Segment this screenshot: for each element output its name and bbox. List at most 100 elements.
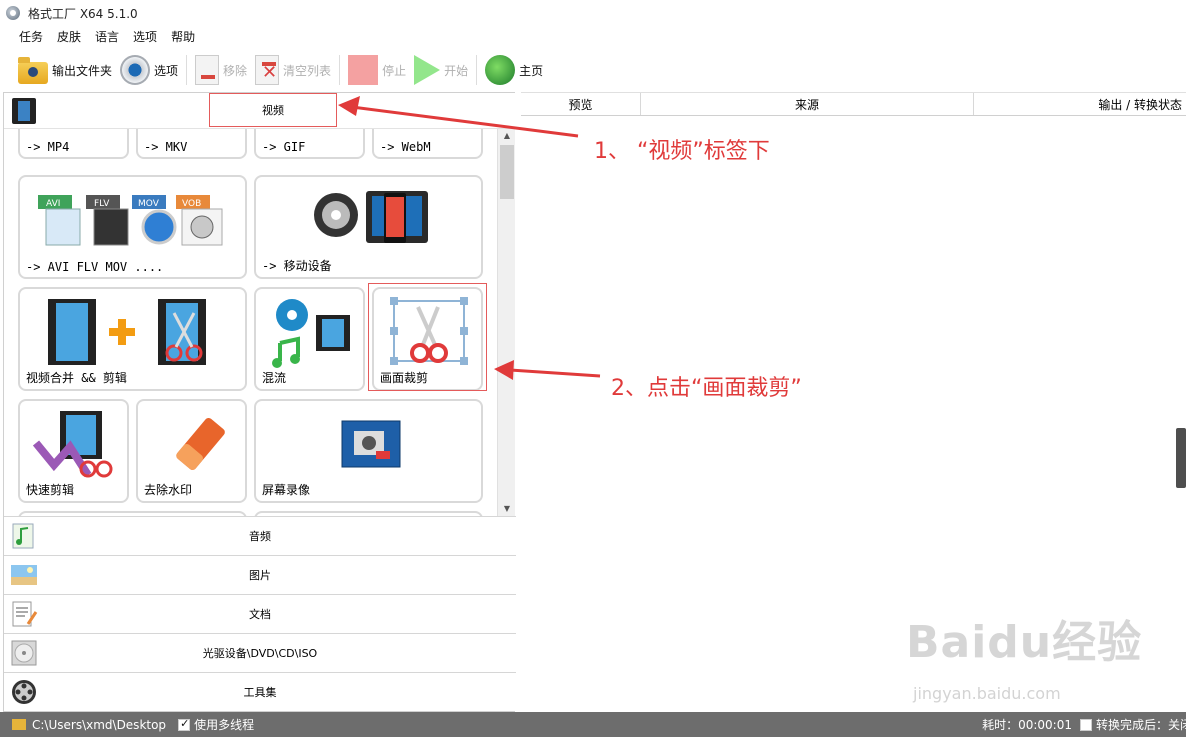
menu-options[interactable]: 选项 [126,28,164,46]
stop-button[interactable]: 停止 [344,52,410,88]
category-optical-label: 光驱设备\DVD\CD\ISO [202,647,318,660]
category-list: 音频 图片 文档 光驱设备\DVD\CD\ISO 工具集 [4,516,516,711]
tile-mp4[interactable]: -> MP4 [18,129,129,159]
annotation-step1: 1、 “视频”标签下 [594,139,770,164]
toolbar-divider [186,55,188,85]
folder-icon [12,719,26,730]
after-done-label: 转换完成后：关闭 [1095,718,1186,732]
tile-mobile-device[interactable]: -> 移动设备 [254,175,483,279]
tile-watermark-label: 去除水印 [144,483,193,497]
menu-skin[interactable]: 皮肤 [50,28,88,46]
tile-avi-flv-mov[interactable]: AVI FLV MOV VOB -> AVI FLV MOV .... [18,175,247,279]
merge-icon [48,299,206,365]
eraser-icon [176,417,225,470]
avi-badge: AVI [46,199,60,209]
quick-cut-icon [32,411,113,478]
column-preview[interactable]: 预览 [521,93,641,115]
vob-badge: VOB [182,199,201,209]
tile-mkv-label: -> MKV [144,140,188,154]
category-toolbox[interactable]: 工具集 [4,672,516,711]
status-bar: C:\Users\xmd\Desktop 使用多线程 耗时：00:00:01 转… [0,712,1186,737]
tile-remove-watermark[interactable]: 去除水印 [136,399,247,503]
category-optical-drive[interactable]: 光驱设备\DVD\CD\ISO [4,633,516,672]
column-output-status[interactable]: 输出 / 转换状态 [974,93,1186,115]
tile-video-merge[interactable]: 视频合并 && 剪辑 [18,287,247,391]
multithread-checkbox[interactable] [178,717,191,731]
category-audio[interactable]: 音频 [4,516,516,555]
tile-gif[interactable]: -> GIF [254,129,365,159]
app-icon [6,6,20,20]
output-folder-button[interactable]: 输出文件夹 [14,52,116,88]
remove-button[interactable]: 移除 [191,52,251,88]
film-reel-icon [12,680,36,704]
clear-list-icon [255,55,280,85]
category-video-header[interactable]: 视频 [4,93,516,129]
elapsed-time: 耗时：00:00:01 [982,718,1072,732]
folder-icon [18,57,48,84]
baidu-watermark-url: jingyan.baidu.com [913,684,1061,703]
tile-avi-label: -> AVI FLV MOV .... [26,260,164,274]
scroll-thumb[interactable] [500,145,514,199]
tab-video[interactable]: 视频 [209,93,337,127]
output-path[interactable]: C:\Users\xmd\Desktop [32,718,166,732]
category-audio-label: 音频 [249,530,271,543]
avi-flv-mov-vob-icons: AVI FLV MOV VOB [38,195,223,246]
mobile-device-icon [314,191,428,243]
category-toolbox-label: 工具集 [243,686,277,699]
baidu-watermark: Baidu经验 [906,617,1143,668]
tile-quick-cut[interactable]: 快速剪辑 [18,399,129,503]
tile-mobile-label: -> 移动设备 [262,259,332,273]
flv-badge: FLV [94,199,110,209]
home-label: 主页 [519,63,544,78]
toolbar: 输出文件夹 选项 移除 清空列表 停止 开始 主页 [0,50,1186,90]
mux-icon [272,299,350,368]
tile-screen-record[interactable]: 屏幕录像 [254,399,483,503]
clear-list-label: 清空列表 [283,63,332,78]
tile-webm[interactable]: -> WebM [372,129,483,159]
task-list-header: 预览 来源 输出 / 转换状态 [521,92,1186,116]
output-folder-label: 输出文件夹 [52,63,113,78]
arrow-step2 [509,368,601,378]
video-tools-grid: -> MP4 -> MKV -> GIF -> WebM AVI FLV MOV… [4,129,496,516]
tile-webm-label: -> WebM [380,140,431,154]
scroll-down-icon[interactable]: ▼ [498,502,516,516]
globe-icon [485,55,516,85]
gear-icon [120,55,151,85]
tools-scrollbar[interactable]: ▲ ▼ [497,129,515,516]
stop-label: 停止 [382,63,407,78]
category-document[interactable]: 文档 [4,594,516,633]
remove-label: 移除 [223,63,248,78]
window-title: 格式工厂 X64 5.1.0 [28,6,138,21]
toolbar-divider [339,55,341,85]
crop-highlight-box [368,283,487,391]
tile-quickcut-label: 快速剪辑 [26,483,75,497]
film-icon [12,98,36,124]
scroll-up-icon[interactable]: ▲ [498,129,516,143]
category-image-label: 图片 [249,569,271,582]
category-image[interactable]: 图片 [4,555,516,594]
image-icon [11,565,37,585]
after-done-checkbox[interactable] [1079,718,1092,731]
options-button[interactable]: 选项 [116,52,182,88]
annotation-step2: 2、点击“画面裁剪” [611,376,802,401]
start-button[interactable]: 开始 [410,52,472,88]
clear-list-button[interactable]: 清空列表 [251,52,335,88]
tile-merge-label: 视频合并 && 剪辑 [26,371,127,385]
tile-screenrec-label: 屏幕录像 [262,483,311,497]
stop-icon [348,55,379,85]
audio-icon [12,523,34,549]
menu-language[interactable]: 语言 [88,28,126,46]
menu-help[interactable]: 帮助 [164,28,202,46]
side-handle[interactable] [1176,428,1186,488]
menu-bar: 任务 皮肤 语言 选项 帮助 [0,28,202,46]
menu-tasks[interactable]: 任务 [12,28,50,46]
disc-drive-icon [11,640,37,666]
play-icon [414,55,441,85]
document-icon [12,601,38,627]
column-source[interactable]: 来源 [641,93,974,115]
home-button[interactable]: 主页 [481,52,547,88]
multithread-label: 使用多线程 [194,718,255,732]
tile-mkv[interactable]: -> MKV [136,129,247,159]
category-document-label: 文档 [249,608,271,621]
tile-mux[interactable]: 混流 [254,287,365,391]
